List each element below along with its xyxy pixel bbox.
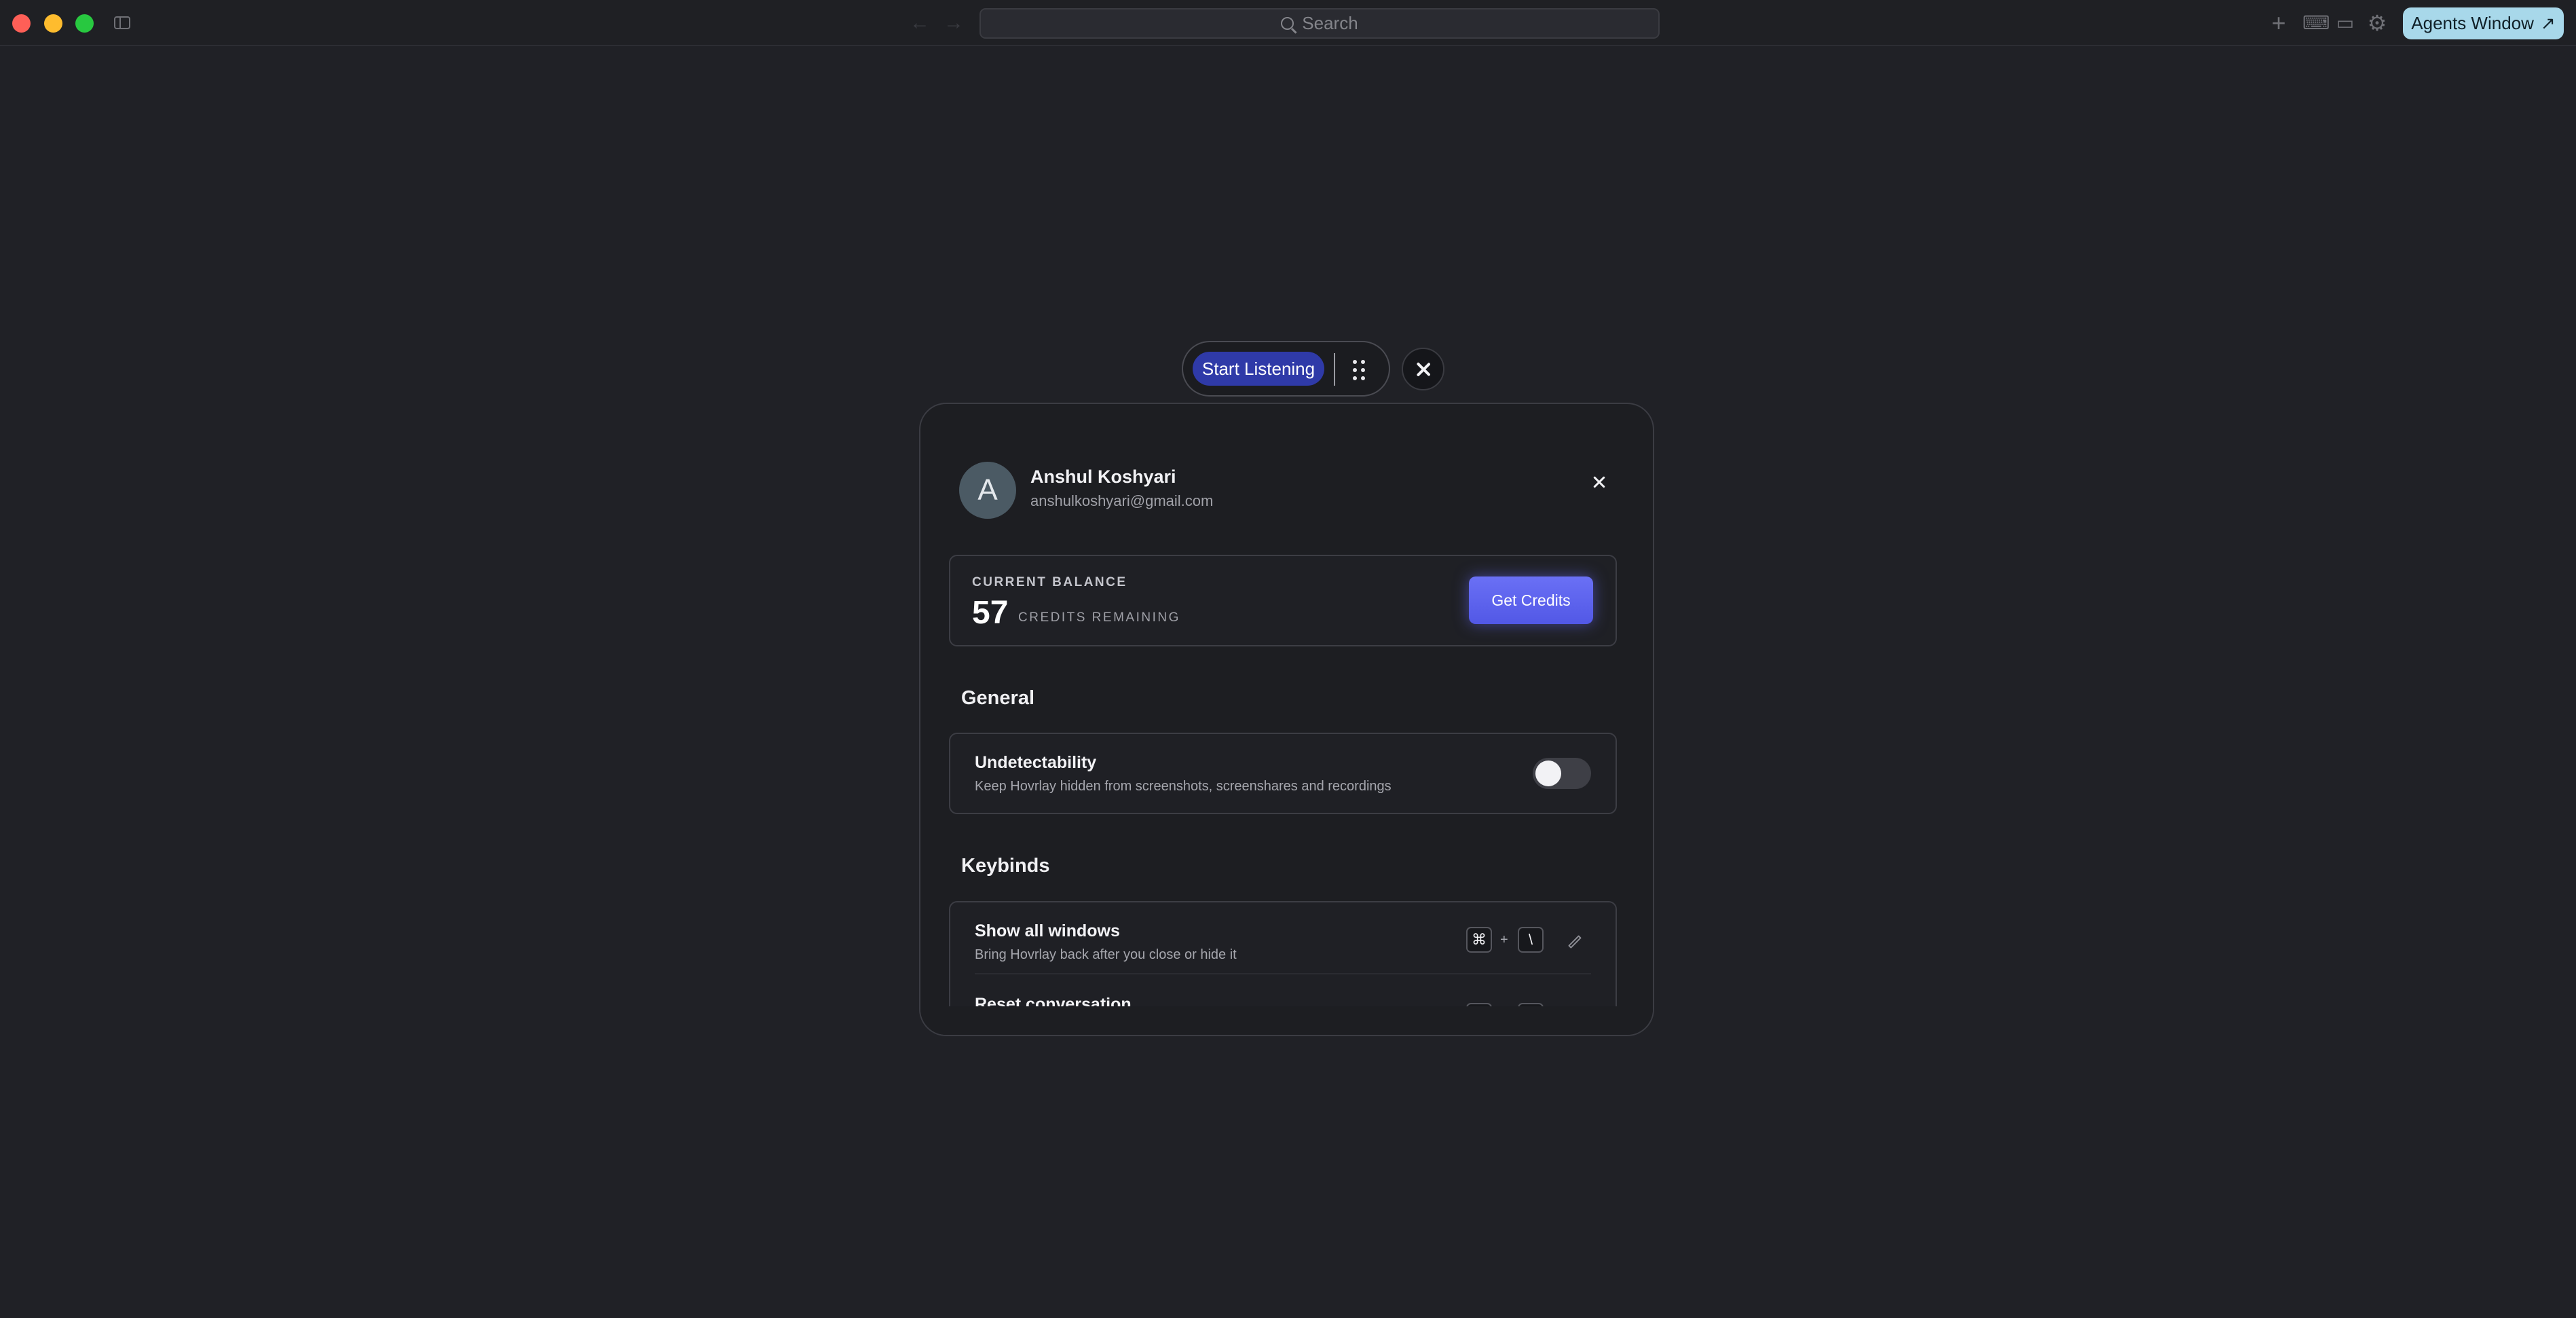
key-plus: + bbox=[1500, 932, 1508, 947]
window-titlebar: ← → Search + ⌨ ▭ ⚙ Agents Window ↗ bbox=[0, 0, 2576, 46]
search-input[interactable]: Search bbox=[979, 8, 1660, 39]
undetectability-title: Undetectability bbox=[975, 753, 1097, 772]
row-divider bbox=[975, 973, 1591, 974]
balance-unit: CREDITS REMAINING bbox=[1018, 610, 1180, 625]
pill-divider bbox=[1334, 353, 1335, 386]
plus-icon[interactable]: + bbox=[2269, 11, 2289, 35]
minimize-window-button[interactable] bbox=[44, 14, 62, 33]
keyboard-icon[interactable]: ⌨ bbox=[2302, 13, 2330, 33]
agents-window-label: Agents Window bbox=[2411, 13, 2534, 33]
close-overlay-button[interactable] bbox=[1402, 348, 1444, 390]
close-icon bbox=[1592, 475, 1607, 490]
zoom-window-button[interactable] bbox=[75, 14, 94, 33]
toggle-knob bbox=[1535, 761, 1561, 786]
back-arrow-icon[interactable]: ← bbox=[910, 11, 930, 35]
balance-label: CURRENT BALANCE bbox=[972, 575, 1127, 589]
gear-icon[interactable]: ⚙ bbox=[2367, 12, 2387, 34]
close-window-button[interactable] bbox=[12, 14, 31, 33]
agents-window-button[interactable]: Agents Window ↗ bbox=[2403, 7, 2564, 39]
close-settings-button[interactable] bbox=[1589, 472, 1609, 492]
keybind-title: Show all windows bbox=[975, 921, 1120, 940]
undetectability-description: Keep Hovrlay hidden from screenshots, sc… bbox=[975, 779, 1392, 794]
undetectability-setting: Undetectability Keep Hovrlay hidden from… bbox=[949, 733, 1617, 814]
user-email: anshulkoshyari@gmail.com bbox=[1030, 492, 1214, 509]
general-section-title: General bbox=[961, 687, 1034, 709]
undetectability-toggle[interactable] bbox=[1533, 758, 1591, 789]
drag-handle-icon[interactable] bbox=[1353, 360, 1368, 380]
backslash-key: \ bbox=[1518, 927, 1544, 953]
search-icon bbox=[1281, 17, 1294, 30]
edit-pencil-icon[interactable] bbox=[1568, 935, 1582, 949]
listening-control-pill: Start Listening bbox=[1182, 341, 1390, 397]
start-listening-button[interactable]: Start Listening bbox=[1193, 352, 1324, 386]
command-key-icon: ⌘ bbox=[1466, 927, 1492, 953]
chat-icon[interactable]: ▭ bbox=[2335, 13, 2355, 33]
search-placeholder: Search bbox=[1302, 13, 1358, 33]
balance-value: 57 bbox=[972, 595, 1009, 631]
sidebar-toggle-icon[interactable] bbox=[114, 16, 130, 29]
balance-card: CURRENT BALANCE 57 CREDITS REMAINING Get… bbox=[949, 555, 1617, 646]
scroll-clip bbox=[920, 1006, 1653, 1035]
settings-panel: A Anshul Koshyari anshulkoshyari@gmail.c… bbox=[919, 403, 1654, 1036]
user-name: Anshul Koshyari bbox=[1030, 466, 1176, 487]
get-credits-button[interactable]: Get Credits bbox=[1469, 576, 1593, 624]
avatar: A bbox=[959, 462, 1016, 519]
close-icon bbox=[1415, 361, 1432, 378]
arrow-up-right-icon: ↗ bbox=[2540, 13, 2556, 33]
keybind-description: Bring Hovrlay back after you close or hi… bbox=[975, 947, 1237, 962]
keybinds-section-title: Keybinds bbox=[961, 855, 1050, 877]
forward-arrow-icon[interactable]: → bbox=[944, 11, 964, 35]
